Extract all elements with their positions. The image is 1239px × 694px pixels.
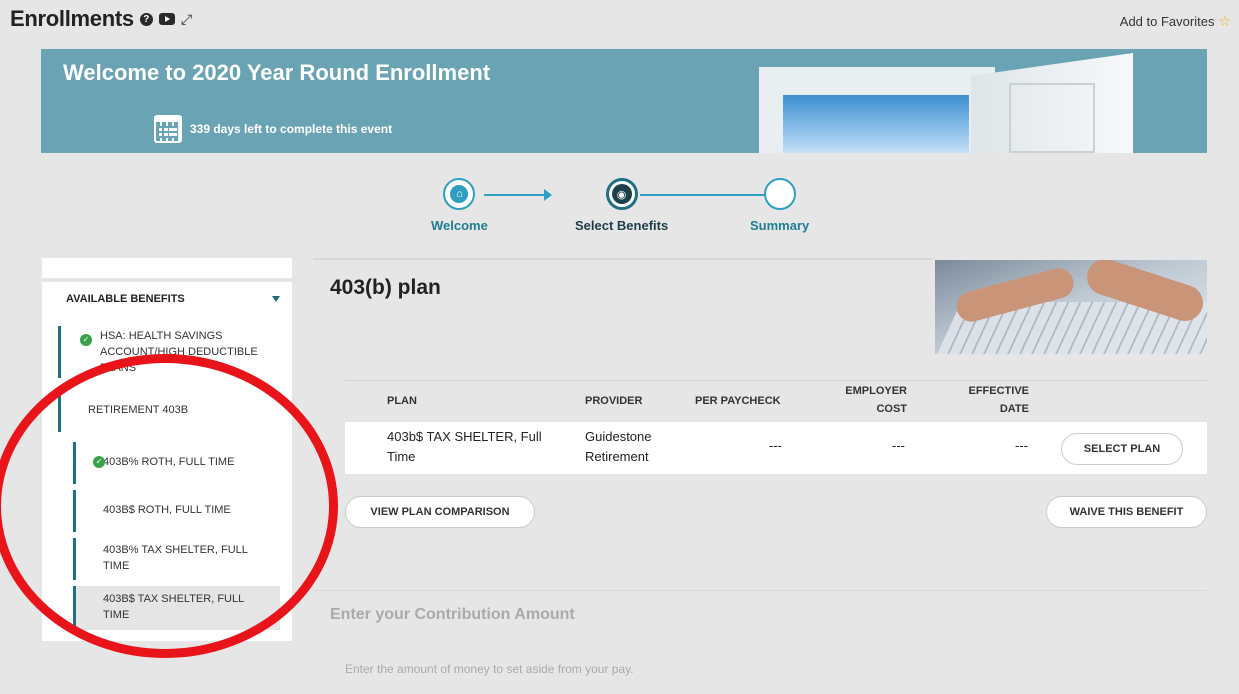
table-row: 403b$ TAX SHELTER, Full Time Guidestone …: [345, 422, 1207, 474]
cell-effective-date: ---: [1015, 438, 1028, 453]
keyboard-typing-image: [935, 260, 1207, 354]
step-welcome-label: Welcome: [431, 218, 488, 233]
page-header: Enrollments ? ⤢: [10, 6, 192, 32]
arrow-right-icon: [544, 189, 552, 201]
days-left-info: 339 days left to complete this event: [154, 115, 392, 143]
enrollment-stepper: ⌂ Welcome ◉ Select Benefits Summary: [430, 178, 830, 238]
sidebar-item-label: HSA: HEALTH SAVINGS ACCOUNT/HIGH DEDUCTI…: [100, 330, 258, 374]
cell-provider-line2: Retirement: [585, 449, 649, 464]
panel-top-divider: [313, 258, 933, 260]
col-plan: PLAN: [387, 395, 417, 407]
sidebar-item-label: 403B% ROTH, FULL TIME: [103, 456, 235, 468]
banner-door-panel: [1009, 83, 1095, 153]
sidebar-item-indicator: [58, 388, 61, 432]
home-icon: ⌂: [450, 185, 469, 203]
sidebar-item-indicator: [58, 326, 61, 378]
check-circle-icon: ✓: [93, 456, 105, 468]
step-connector-1: [484, 194, 546, 196]
available-benefits-toggle[interactable]: AVAILABLE BENEFITS: [66, 293, 280, 305]
empty-circle-icon: [763, 178, 796, 210]
cell-plan-line2: Time: [387, 449, 416, 464]
sidebar-item-label: 403B% TAX SHELTER, FULL TIME: [103, 544, 248, 572]
caret-down-icon[interactable]: [272, 296, 280, 302]
sidebar-item-indicator: [73, 538, 76, 580]
video-icon[interactable]: [158, 13, 175, 25]
col-employer-cost-line2: COST: [876, 403, 907, 415]
banner-title: Welcome to 2020 Year Round Enrollment: [63, 60, 491, 85]
help-icon[interactable]: ?: [139, 12, 153, 26]
cell-per-paycheck: ---: [769, 438, 782, 453]
step-select-benefits-label: Select Benefits: [575, 218, 669, 233]
expand-icon[interactable]: ⤢: [181, 11, 192, 28]
available-benefits-heading: AVAILABLE BENEFITS: [66, 293, 185, 305]
sidebar-item-label: 403B$ TAX SHELTER, FULL TIME: [103, 593, 244, 621]
col-employer-cost-line1: EMPLOYER: [845, 385, 907, 397]
col-per-paycheck: PER PAYCHECK: [695, 395, 781, 407]
plans-table-header: PLAN PROVIDER PER PAYCHECK EMPLOYER COST…: [345, 380, 1207, 422]
waive-benefit-button[interactable]: WAIVE THIS BENEFIT: [1046, 496, 1207, 528]
contribution-divider: [313, 590, 1207, 591]
sidebar-item-403b-dollar-tax-shelter[interactable]: 403B$ TAX SHELTER, FULL TIME: [73, 586, 280, 630]
cell-plan-line1: 403b$ TAX SHELTER, Full: [387, 429, 542, 444]
sidebar-item-indicator: [73, 442, 76, 484]
select-plan-button[interactable]: SELECT PLAN: [1061, 433, 1183, 465]
sidebar-item-indicator: [73, 490, 76, 532]
col-effective-date-line1: EFFECTIVE: [968, 385, 1029, 397]
plans-table: PLAN PROVIDER PER PAYCHECK EMPLOYER COST…: [345, 380, 1207, 474]
step-welcome[interactable]: ⌂ Welcome: [431, 178, 488, 233]
page-title: Enrollments: [10, 6, 134, 31]
sidebar-item-403b-percent-tax-shelter[interactable]: 403B% TAX SHELTER, FULL TIME: [73, 538, 280, 580]
plan-details-panel: 403(b) plan PLAN PROVIDER PER PAYCHECK E…: [313, 258, 1207, 694]
col-provider: PROVIDER: [585, 395, 643, 407]
contribution-description: Enter the amount of money to set aside f…: [345, 662, 634, 676]
contribution-heading: Enter your Contribution Amount: [330, 606, 575, 623]
step-select-benefits[interactable]: ◉ Select Benefits: [575, 178, 668, 233]
step-welcome-circle: ⌂: [443, 178, 476, 210]
sidebar-item-403b-dollar-roth[interactable]: 403B$ ROTH, FULL TIME: [73, 490, 280, 532]
sidebar-divider: [42, 278, 292, 282]
add-to-favorites-link[interactable]: Add to Favorites ☆: [1120, 13, 1231, 30]
sidebar-item-retirement-403b[interactable]: RETIREMENT 403B: [58, 388, 280, 432]
sidebar-item-403b-percent-roth[interactable]: ✓ 403B% ROTH, FULL TIME: [73, 442, 280, 484]
days-left-text: 339 days left to complete this event: [190, 122, 393, 136]
col-effective-date-line2: DATE: [999, 403, 1029, 415]
view-plan-comparison-button[interactable]: VIEW PLAN COMPARISON: [345, 496, 535, 528]
step-summary-label: Summary: [750, 218, 810, 233]
sidebar-item-label: 403B$ ROTH, FULL TIME: [103, 504, 231, 516]
sidebar-item-label: RETIREMENT 403B: [88, 404, 189, 416]
calendar-icon: [154, 115, 182, 143]
eye-icon: ◉: [611, 184, 632, 204]
enrollment-banner: Welcome to 2020 Year Round Enrollment 33…: [41, 49, 1207, 153]
sidebar-item-hsa[interactable]: ✓ HSA: HEALTH SAVINGS ACCOUNT/HIGH DEDUC…: [58, 326, 280, 378]
step-summary[interactable]: Summary: [750, 178, 809, 233]
cell-employer-cost: ---: [892, 438, 905, 453]
sidebar-item-indicator: [73, 586, 76, 630]
available-benefits-sidebar: AVAILABLE BENEFITS ✓ HSA: HEALTH SAVINGS…: [42, 258, 292, 641]
plan-title: 403(b) plan: [330, 276, 441, 299]
banner-sky-window-image: [783, 95, 969, 153]
step-select-benefits-circle: ◉: [605, 178, 638, 210]
check-circle-icon: ✓: [80, 334, 92, 346]
add-to-favorites-label: Add to Favorites: [1119, 14, 1215, 29]
cell-provider-line1: Guidestone: [585, 429, 652, 444]
star-icon[interactable]: ☆: [1218, 13, 1231, 30]
